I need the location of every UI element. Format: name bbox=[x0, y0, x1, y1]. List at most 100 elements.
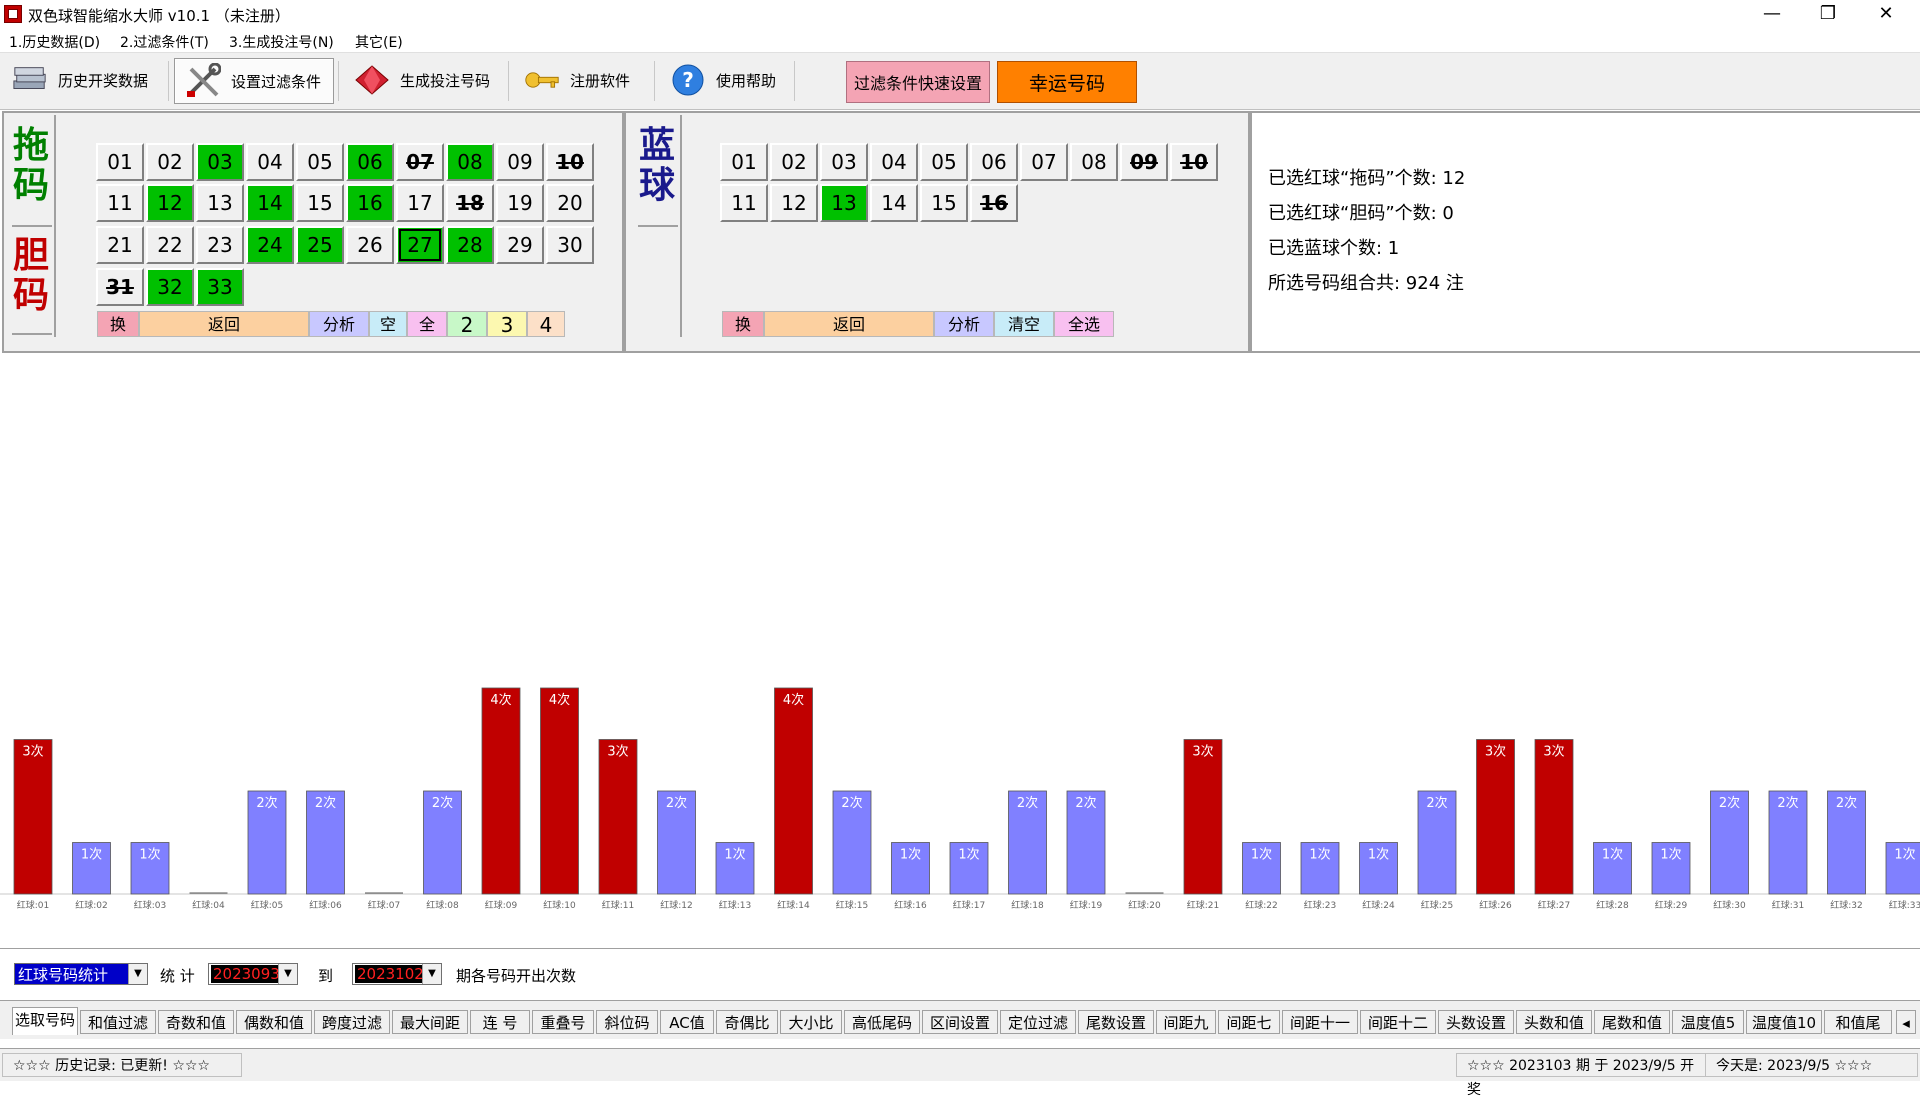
red-ball-07[interactable]: 07 bbox=[396, 143, 444, 181]
blue-ball-13[interactable]: 13 bbox=[820, 184, 868, 222]
red-ball-10[interactable]: 10 bbox=[546, 143, 594, 181]
red-ball-30[interactable]: 30 bbox=[546, 226, 594, 264]
red-all-button[interactable]: 全 bbox=[407, 311, 447, 337]
red-ball-16[interactable]: 16 bbox=[346, 184, 394, 222]
menu-history-data[interactable]: 1.历史数据(D) bbox=[9, 32, 100, 52]
tab-2[interactable]: 奇数和值 bbox=[158, 1010, 234, 1034]
blue-ball-14[interactable]: 14 bbox=[870, 184, 918, 222]
blue-ball-07[interactable]: 07 bbox=[1020, 143, 1068, 181]
set-filter-button[interactable]: 设置过滤条件 bbox=[174, 58, 334, 104]
blue-ball-03[interactable]: 03 bbox=[820, 143, 868, 181]
blue-swap-button[interactable]: 换 bbox=[722, 311, 764, 337]
red-ball-21[interactable]: 21 bbox=[96, 226, 144, 264]
blue-ball-15[interactable]: 15 bbox=[920, 184, 968, 222]
generate-numbers-button[interactable]: 生成投注号码 bbox=[344, 58, 504, 102]
tab-13[interactable]: 区间设置 bbox=[922, 1010, 998, 1034]
red-ball-08[interactable]: 08 bbox=[446, 143, 494, 181]
help-button[interactable]: ? 使用帮助 bbox=[660, 58, 790, 102]
red-ball-02[interactable]: 02 bbox=[146, 143, 194, 181]
red-analyze-button[interactable]: 分析 bbox=[309, 311, 369, 337]
tab-20[interactable]: 头数设置 bbox=[1438, 1010, 1514, 1034]
red-3-button[interactable]: 3 bbox=[487, 311, 527, 337]
tab-4[interactable]: 跨度过滤 bbox=[314, 1010, 390, 1034]
blue-back-button[interactable]: 返回 bbox=[764, 311, 934, 337]
blue-clear-button[interactable]: 清空 bbox=[994, 311, 1054, 337]
red-ball-12[interactable]: 12 bbox=[146, 184, 194, 222]
blue-ball-02[interactable]: 02 bbox=[770, 143, 818, 181]
tab-9[interactable]: AC值 bbox=[660, 1010, 714, 1034]
blue-ball-08[interactable]: 08 bbox=[1070, 143, 1118, 181]
tab-17[interactable]: 间距七 bbox=[1218, 1010, 1280, 1034]
tab-23[interactable]: 温度值5 bbox=[1672, 1010, 1744, 1034]
tab-16[interactable]: 间距九 bbox=[1156, 1010, 1216, 1034]
tab-24[interactable]: 温度值10 bbox=[1746, 1010, 1822, 1034]
red-swap-button[interactable]: 换 bbox=[97, 311, 139, 337]
chevron-down-icon[interactable]: ▼ bbox=[422, 964, 441, 984]
red-ball-18[interactable]: 18 bbox=[446, 184, 494, 222]
lucky-number-button[interactable]: 幸运号码 bbox=[997, 61, 1137, 103]
blue-ball-04[interactable]: 04 bbox=[870, 143, 918, 181]
red-ball-13[interactable]: 13 bbox=[196, 184, 244, 222]
quick-filter-button[interactable]: 过滤条件快速设置 bbox=[846, 61, 990, 103]
tab-19[interactable]: 间距十二 bbox=[1360, 1010, 1436, 1034]
stat-mode-select[interactable]: 红球号码统计 ▼ bbox=[14, 963, 148, 985]
red-ball-05[interactable]: 05 bbox=[296, 143, 344, 181]
register-button[interactable]: 注册软件 bbox=[514, 58, 646, 102]
red-ball-20[interactable]: 20 bbox=[546, 184, 594, 222]
red-ball-11[interactable]: 11 bbox=[96, 184, 144, 222]
red-ball-04[interactable]: 04 bbox=[246, 143, 294, 181]
red-ball-33[interactable]: 33 bbox=[196, 268, 244, 306]
from-period-select[interactable]: 2023093 ▼ bbox=[208, 963, 298, 985]
red-back-button[interactable]: 返回 bbox=[139, 311, 309, 337]
blue-ball-12[interactable]: 12 bbox=[770, 184, 818, 222]
red-ball-24[interactable]: 24 bbox=[246, 226, 294, 264]
history-data-button[interactable]: 历史开奖数据 bbox=[2, 58, 164, 102]
tab-1[interactable]: 和值过滤 bbox=[80, 1010, 156, 1034]
red-ball-31[interactable]: 31 bbox=[96, 268, 144, 306]
chevron-down-icon[interactable]: ▼ bbox=[128, 964, 147, 984]
tab-8[interactable]: 斜位码 bbox=[596, 1010, 658, 1034]
tab-12[interactable]: 高低尾码 bbox=[844, 1010, 920, 1034]
red-ball-19[interactable]: 19 bbox=[496, 184, 544, 222]
tab-scroll-left-icon[interactable]: ◂ bbox=[1896, 1010, 1916, 1034]
blue-ball-label[interactable]: 蓝球 bbox=[634, 125, 680, 205]
minimize-button[interactable]: — bbox=[1744, 0, 1800, 29]
red-ball-32[interactable]: 32 bbox=[146, 268, 194, 306]
tuo-code-label[interactable]: 拖码 bbox=[8, 125, 54, 205]
red-ball-28[interactable]: 28 bbox=[446, 226, 494, 264]
dan-code-label[interactable]: 胆码 bbox=[8, 235, 54, 315]
blue-ball-16[interactable]: 16 bbox=[970, 184, 1018, 222]
tab-21[interactable]: 头数和值 bbox=[1516, 1010, 1592, 1034]
red-ball-15[interactable]: 15 bbox=[296, 184, 344, 222]
tab-14[interactable]: 定位过滤 bbox=[1000, 1010, 1076, 1034]
tab-5[interactable]: 最大间距 bbox=[392, 1010, 468, 1034]
red-ball-25[interactable]: 25 bbox=[296, 226, 344, 264]
blue-ball-09[interactable]: 09 bbox=[1120, 143, 1168, 181]
blue-ball-01[interactable]: 01 bbox=[720, 143, 768, 181]
red-ball-09[interactable]: 09 bbox=[496, 143, 544, 181]
red-ball-26[interactable]: 26 bbox=[346, 226, 394, 264]
tab-18[interactable]: 间距十一 bbox=[1282, 1010, 1358, 1034]
red-ball-14[interactable]: 14 bbox=[246, 184, 294, 222]
red-4-button[interactable]: 4 bbox=[527, 311, 565, 337]
blue-ball-10[interactable]: 10 bbox=[1170, 143, 1218, 181]
close-button[interactable]: ✕ bbox=[1858, 0, 1914, 29]
blue-ball-06[interactable]: 06 bbox=[970, 143, 1018, 181]
blue-analyze-button[interactable]: 分析 bbox=[934, 311, 994, 337]
tab-3[interactable]: 偶数和值 bbox=[236, 1010, 312, 1034]
tab-6[interactable]: 连 号 bbox=[470, 1010, 530, 1034]
tab-10[interactable]: 奇偶比 bbox=[716, 1010, 778, 1034]
chevron-down-icon[interactable]: ▼ bbox=[278, 964, 297, 984]
menu-generate-bets[interactable]: 3.生成投注号(N) bbox=[229, 32, 334, 52]
menu-other[interactable]: 其它(E) bbox=[355, 32, 403, 52]
red-ball-06[interactable]: 06 bbox=[346, 143, 394, 181]
tab-11[interactable]: 大小比 bbox=[780, 1010, 842, 1034]
tab-15[interactable]: 尾数设置 bbox=[1078, 1010, 1154, 1034]
blue-ball-05[interactable]: 05 bbox=[920, 143, 968, 181]
tab-25[interactable]: 和值尾 bbox=[1824, 1010, 1892, 1034]
red-ball-17[interactable]: 17 bbox=[396, 184, 444, 222]
red-clear-button[interactable]: 空 bbox=[369, 311, 407, 337]
red-ball-03[interactable]: 03 bbox=[196, 143, 244, 181]
tab-7[interactable]: 重叠号 bbox=[532, 1010, 594, 1034]
red-ball-23[interactable]: 23 bbox=[196, 226, 244, 264]
